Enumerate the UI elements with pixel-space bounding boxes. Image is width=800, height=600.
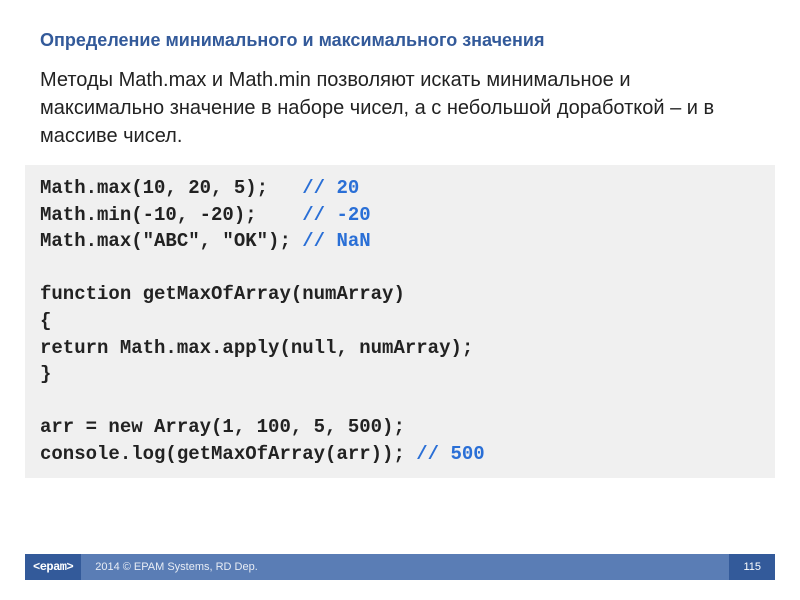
footer-page-number: 115 — [729, 554, 775, 580]
code-line: function getMaxOfArray(numArray) — [40, 283, 405, 305]
footer-copyright: 2014 © EPAM Systems, RD Dep. — [81, 561, 729, 573]
footer-logo-box: <epam> — [25, 554, 81, 580]
code-comment: // 500 — [416, 443, 484, 465]
code-comment: // 20 — [302, 177, 359, 199]
code-comment: // -20 — [302, 204, 370, 226]
code-line: Math.min(-10, -20); — [40, 204, 302, 226]
code-line: { — [40, 310, 51, 332]
code-line: Math.max("ABC", "OK"); — [40, 230, 302, 252]
slide-title: Определение минимального и максимального… — [0, 0, 800, 66]
slide-body-text: Методы Math.max и Math.min позволяют иск… — [0, 66, 800, 165]
code-line: arr = new Array(1, 100, 5, 500); — [40, 416, 405, 438]
slide-footer: <epam> 2014 © EPAM Systems, RD Dep. 115 — [25, 554, 775, 580]
code-line: console.log(getMaxOfArray(arr)); — [40, 443, 416, 465]
code-block: Math.max(10, 20, 5); // 20 Math.min(-10,… — [25, 165, 775, 478]
code-line: Math.max(10, 20, 5); — [40, 177, 302, 199]
code-line: return Math.max.apply(null, numArray); — [40, 337, 473, 359]
code-comment: // NaN — [302, 230, 370, 252]
epam-logo: <epam> — [33, 560, 73, 574]
code-line: } — [40, 363, 51, 385]
